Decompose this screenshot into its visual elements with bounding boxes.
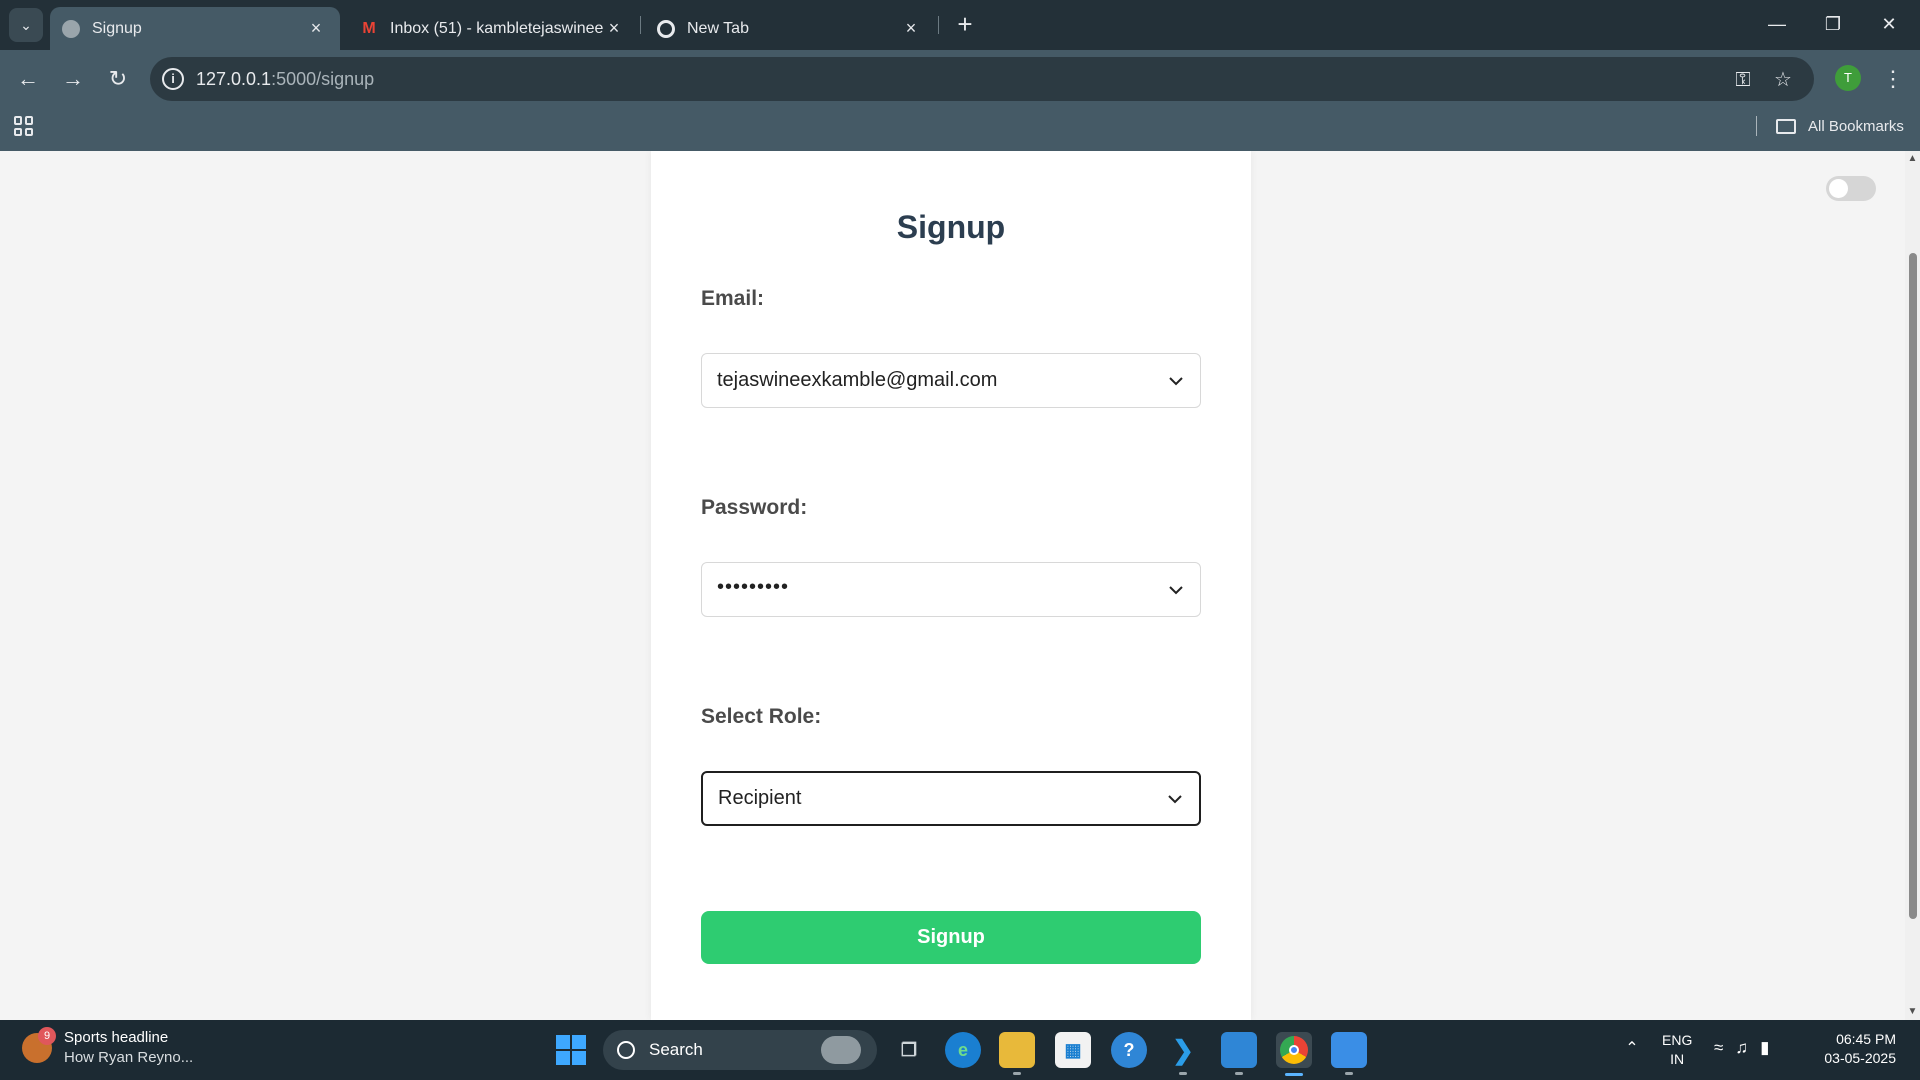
chevron-up-icon[interactable]: ⌃ [1620,1038,1644,1062]
profile-avatar[interactable]: T [1835,65,1861,91]
url-host: 127.0.0.1 [196,69,272,89]
role-label: Select Role: [701,705,822,728]
windows-taskbar: 9 Sports headline How Ryan Reyno... Sear… [0,1020,1920,1080]
volume-icon: ♫ [1735,1038,1749,1057]
clock-date: 03-05-2025 [1824,1050,1896,1066]
active-indicator [1285,1073,1303,1076]
search-label: Search [649,1040,703,1059]
scroll-down-arrow-icon[interactable]: ▼ [1907,1006,1918,1018]
vscode-icon[interactable]: ❯ [1165,1032,1201,1068]
restore-button[interactable]: ❐ [1810,8,1856,40]
email-label: Email: [701,287,765,310]
koala-illustration-icon [821,1036,861,1064]
apps-grid-icon[interactable] [14,116,34,136]
url-text[interactable]: 127.0.0.1:5000/signup [196,69,374,90]
windows-start-icon[interactable] [556,1035,586,1065]
search-icon [617,1041,635,1059]
browser-toolbar: ← → ↻ i 127.0.0.1:5000/signup ⚿ ☆ T ⋮ [0,50,1920,108]
running-indicator [1179,1072,1187,1075]
chevron-down-icon [1169,586,1183,595]
running-indicator [1345,1072,1353,1075]
signup-card: Signup Email: tejaswineexkamble@gmail.co… [651,151,1251,1020]
chevron-down-icon [1168,795,1182,804]
new-tab-button[interactable]: + [950,10,980,40]
tab-divider [640,16,641,34]
scroll-up-arrow-icon[interactable]: ▲ [1907,153,1918,165]
address-bar[interactable]: i 127.0.0.1:5000/signup ⚿ ☆ [150,57,1814,101]
all-bookmarks-label: All Bookmarks [1808,117,1904,135]
news-widget[interactable]: 9 Sports headline How Ryan Reyno... [22,1026,194,1066]
close-window-button[interactable]: ✕ [1866,8,1912,40]
bookmark-star-icon[interactable]: ☆ [1770,67,1796,93]
url-path: :5000/signup [271,69,375,89]
tab-title: Signup [92,19,142,37]
password-key-icon[interactable]: ⚿ [1730,67,1756,93]
info-icon[interactable]: i [162,68,184,90]
vertical-scrollbar[interactable]: ▲ ▼ [1905,151,1920,1020]
tab-title: Inbox (51) - kambletejaswinee0 [390,19,604,37]
tab-inbox[interactable]: M Inbox (51) - kambletejaswinee0 × [348,7,638,50]
news-title: Sports headline [64,1029,169,1046]
gmail-icon: M [362,19,376,37]
running-indicator [1235,1072,1243,1075]
language-indicator[interactable]: ENG IN [1662,1031,1692,1069]
toggle-knob [1829,179,1848,198]
chrome-taskbar-icon[interactable] [1276,1032,1312,1068]
close-icon[interactable]: × [604,18,624,39]
minimize-button[interactable]: — [1754,8,1800,40]
signup-button[interactable]: Signup [701,911,1201,964]
chrome-icon [657,19,675,38]
lang-bottom: IN [1670,1051,1685,1067]
back-button[interactable]: ← [10,61,46,97]
clock-time: 06:45 PM [1836,1031,1896,1047]
all-bookmarks-button[interactable]: All Bookmarks [1776,114,1904,138]
page-title: Signup [896,209,1006,245]
notepad-icon[interactable] [1221,1032,1257,1068]
scroll-thumb[interactable] [1909,253,1917,919]
bookmarks-bar [0,108,1920,151]
bookmarks-divider [1756,116,1757,136]
browser-titlebar: ⌄ Signup × M Inbox (51) - kambletejaswin… [0,0,1920,50]
taskbar-search[interactable]: Search [603,1030,877,1070]
password-field[interactable]: ••••••••• [701,562,1201,617]
email-value: tejaswineexkamble@gmail.com [717,369,998,391]
role-value: Recipient [718,787,802,809]
battery-icon: ▮ [1760,1038,1770,1057]
running-indicator [1013,1072,1021,1075]
help-icon[interactable]: ? [1111,1032,1147,1068]
theme-toggle[interactable] [1826,176,1876,201]
sports-ball-icon: 9 [22,1026,56,1063]
chevron-down-icon [1169,377,1183,386]
page-viewport: Signup Email: tejaswineexkamble@gmail.co… [0,151,1905,1020]
email-field[interactable]: tejaswineexkamble@gmail.com [701,353,1201,408]
tab-divider [938,16,939,34]
task-view-icon[interactable]: ❐ [891,1032,927,1068]
system-tray[interactable]: ≈ ♫ ▮ [1714,1038,1769,1058]
chevron-down-icon: ⌄ [20,16,32,33]
tab-title: New Tab [687,19,749,37]
file-explorer-icon[interactable] [999,1032,1035,1068]
close-icon[interactable]: × [306,18,326,39]
forward-button[interactable]: → [55,61,91,97]
photos-icon[interactable] [1331,1032,1367,1068]
reload-button[interactable]: ↻ [100,61,136,97]
news-subtitle: How Ryan Reyno... [64,1049,194,1066]
role-select[interactable]: Recipient [701,771,1201,826]
globe-icon [62,19,80,38]
notification-badge: 9 [38,1026,56,1045]
password-value: ••••••••• [717,576,790,598]
system-clock[interactable]: 06:45 PM 03-05-2025 [1816,1030,1896,1068]
wifi-icon: ≈ [1714,1038,1724,1057]
folder-icon [1776,118,1796,134]
edge-icon[interactable]: e [945,1032,981,1068]
password-label: Password: [701,496,808,519]
tab-new-tab[interactable]: New Tab × [645,7,935,50]
menu-dots-icon[interactable]: ⋮ [1880,61,1906,97]
store-icon[interactable]: ▦ [1055,1032,1091,1068]
tab-search-button[interactable]: ⌄ [9,8,43,42]
close-icon[interactable]: × [901,18,921,39]
lang-top: ENG [1662,1032,1693,1048]
tab-signup[interactable]: Signup × [50,7,340,50]
